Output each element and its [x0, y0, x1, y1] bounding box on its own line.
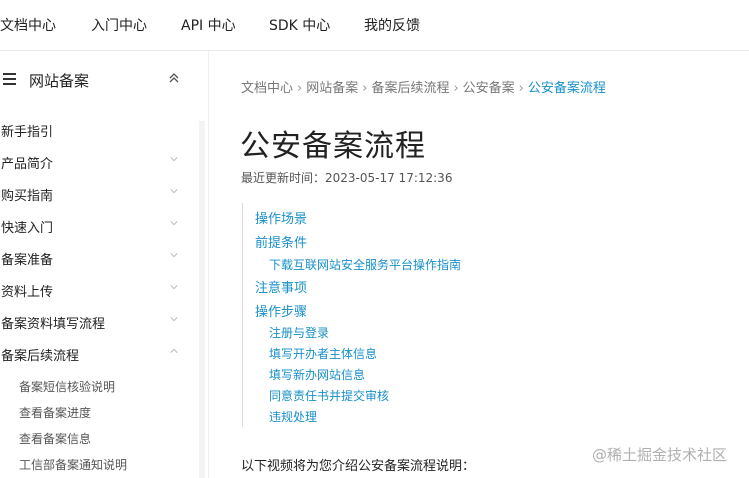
nav-item-api[interactable]: API 中心	[181, 15, 236, 35]
chevron-up-icon	[170, 348, 178, 353]
menu-icon[interactable]	[3, 73, 16, 85]
top-nav: 文档中心 入门中心 API 中心 SDK 中心 我的反馈	[0, 0, 749, 51]
sidebar-subitem-label: 查看备案进度	[19, 406, 92, 420]
sidebar-item-label: 新手指引	[1, 125, 54, 140]
toc-subitem[interactable]: 注册与登录	[269, 324, 329, 341]
nav-item-feedback[interactable]: 我的反馈	[364, 15, 420, 35]
sidebar-title: 网站备案	[29, 72, 90, 90]
toc-subitem[interactable]: 下载互联网站安全服务平台操作指南	[269, 256, 461, 273]
sidebar-item-label: 快速入门	[1, 221, 54, 236]
sidebar-item-label: 购买指南	[1, 189, 54, 204]
breadcrumb-item-docs[interactable]: 文档中心	[241, 81, 293, 96]
toc-subitem[interactable]: 填写新办网站信息	[269, 366, 365, 383]
intro-text: 以下视频将为您介绍公安备案流程说明：	[241, 459, 476, 474]
chevron-down-icon	[170, 189, 178, 194]
page-title: 公安备案流程	[240, 129, 426, 164]
toc-subitem[interactable]: 同意责任书并提交审核	[269, 387, 389, 404]
breadcrumb-item-filing[interactable]: 网站备案	[306, 81, 358, 96]
sidebar-item-beginner-guide[interactable]: 新手指引	[0, 114, 200, 146]
sidebar: 网站备案 新手指引 产品简介 购买指南 快速入门 备案准备 资料上传 备案资料填…	[0, 51, 209, 478]
chevron-down-icon	[170, 157, 178, 162]
sidebar-header: 网站备案	[0, 51, 208, 109]
breadcrumb-separator: ›	[297, 81, 303, 96]
sidebar-item-quick-start[interactable]: 快速入门	[0, 210, 200, 242]
toc-subitem[interactable]: 违规处理	[269, 408, 317, 425]
last-updated: 最近更新时间：2023-05-17 17:12:36	[241, 171, 453, 185]
nav-item-docs[interactable]: 文档中心	[0, 15, 56, 35]
breadcrumb: 文档中心 › 网站备案 › 备案后续流程 › 公安备案 › 公安备案流程	[241, 77, 606, 96]
sidebar-subitem-miit-notice[interactable]: 工信部备案通知说明	[0, 452, 200, 478]
sidebar-subitem-label: 备案短信核验说明	[19, 380, 116, 394]
toc-item[interactable]: 操作场景	[255, 208, 307, 227]
toc-item[interactable]: 操作步骤	[255, 301, 307, 320]
sidebar-subitem-label: 查看备案信息	[19, 432, 92, 446]
breadcrumb-item-follow-up[interactable]: 备案后续流程	[371, 81, 449, 96]
nav-item-getting-started[interactable]: 入门中心	[91, 15, 147, 35]
sidebar-subitem-label: 工信部备案通知说明	[19, 458, 128, 472]
sidebar-item-label: 备案资料填写流程	[1, 317, 106, 332]
chevron-down-icon	[170, 253, 178, 258]
breadcrumb-item-police-filing[interactable]: 公安备案	[463, 81, 515, 96]
breadcrumb-separator: ›	[453, 81, 459, 96]
toc-item[interactable]: 注意事项	[255, 277, 307, 296]
breadcrumb-separator: ›	[518, 81, 524, 96]
collapse-up-icon[interactable]	[168, 71, 180, 85]
sidebar-subitem-sms-verify[interactable]: 备案短信核验说明	[0, 374, 200, 400]
sidebar-item-purchase-guide[interactable]: 购买指南	[0, 178, 200, 210]
breadcrumb-item-current: 公安备案流程	[527, 81, 606, 96]
breadcrumb-separator: ›	[362, 81, 368, 96]
sidebar-item-follow-up[interactable]: 备案后续流程	[0, 338, 200, 370]
sidebar-item-fill-process[interactable]: 备案资料填写流程	[0, 306, 200, 338]
sidebar-item-filing-prep[interactable]: 备案准备	[0, 242, 200, 274]
chevron-down-icon	[170, 317, 178, 322]
table-of-contents: 操作场景 前提条件 下载互联网站安全服务平台操作指南 注意事项 操作步骤 注册与…	[242, 203, 503, 427]
chevron-down-icon	[170, 285, 178, 290]
sidebar-item-product-intro[interactable]: 产品简介	[0, 146, 200, 178]
sidebar-subitem-info[interactable]: 查看备案信息	[0, 426, 200, 452]
nav-item-sdk[interactable]: SDK 中心	[269, 15, 330, 35]
watermark: @稀土掘金技术社区	[592, 446, 728, 464]
toc-subitem[interactable]: 填写开办者主体信息	[269, 345, 377, 362]
sidebar-item-label: 备案后续流程	[1, 349, 80, 364]
sidebar-item-label: 产品简介	[1, 157, 54, 172]
sidebar-item-upload[interactable]: 资料上传	[0, 274, 200, 306]
sidebar-subitem-progress[interactable]: 查看备案进度	[0, 400, 200, 426]
sidebar-item-label: 备案准备	[1, 253, 54, 268]
sidebar-item-label: 资料上传	[1, 285, 54, 300]
chevron-down-icon	[170, 221, 178, 226]
toc-item[interactable]: 前提条件	[255, 232, 307, 251]
